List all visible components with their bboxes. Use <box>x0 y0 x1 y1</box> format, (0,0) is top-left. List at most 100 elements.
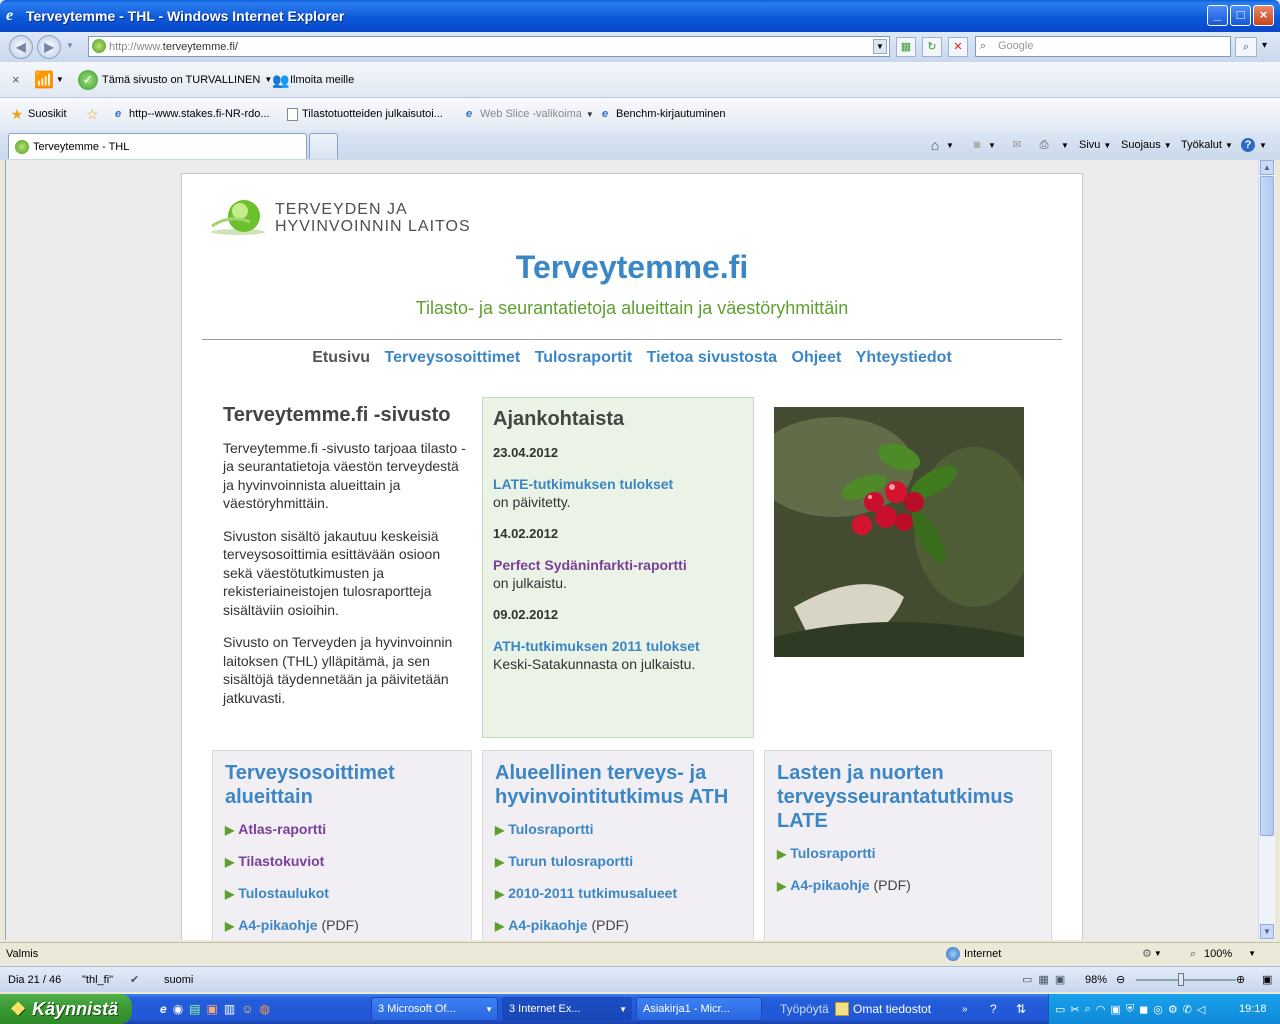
favorites-button[interactable]: ★ Suosikit <box>10 98 67 130</box>
start-button[interactable]: ❖ Käynnistä <box>0 994 132 1024</box>
close-button[interactable]: × <box>1253 5 1274 26</box>
firefox-icon[interactable]: ◍ <box>259 1002 269 1016</box>
my-documents-button[interactable]: Omat tiedostot <box>835 994 931 1024</box>
tools-tray-icon[interactable]: ✂ <box>1070 1003 1079 1016</box>
scroll-up-icon[interactable]: ▲ <box>1260 160 1274 175</box>
box-link-a4-pikaohje[interactable]: ▶ A4-pikaohje (PDF) <box>777 877 1039 895</box>
messenger-icon[interactable]: ☺ <box>241 1002 253 1016</box>
search-button[interactable]: ⌕ <box>1235 37 1257 57</box>
scroll-thumb[interactable] <box>1260 176 1274 836</box>
excel-icon[interactable]: ▤ <box>189 1002 200 1016</box>
task-word[interactable]: Asiakirja1 - Micr... <box>636 997 762 1021</box>
nav-yhteystiedot[interactable]: Yhteystiedot <box>856 349 952 366</box>
maximize-button[interactable]: □ <box>1230 5 1251 26</box>
box-link-a4-pikaohje[interactable]: ▶ A4-pikaohje (PDF) <box>495 917 741 935</box>
address-bar[interactable]: http://www.terveytemme.fi/ ▼ <box>88 36 890 57</box>
stop-icon[interactable]: ✕ <box>948 37 968 57</box>
nav-tietoa-sivustosta[interactable]: Tietoa sivustosta <box>647 349 777 366</box>
new-tab-button[interactable] <box>309 133 338 159</box>
security-tray-icon[interactable]: ⛨ <box>1126 1003 1134 1016</box>
clock[interactable]: 19:18 <box>1239 994 1267 1024</box>
fit-window-icon[interactable]: ▣ <box>1262 967 1272 992</box>
sorter-view-icon[interactable]: ▦ <box>1038 973 1048 986</box>
network-tray-icon[interactable]: ▣ <box>1110 1003 1120 1016</box>
site-subtitle: Tilasto- ja seurantatietoja alueittain j… <box>415 298 849 318</box>
refresh-icon[interactable]: ↻ <box>922 37 942 57</box>
news-link[interactable]: ATH-tutkimuksen 2011 tulokset <box>493 637 743 655</box>
safety-menu[interactable]: Suojaus ▼ <box>1121 130 1172 160</box>
compatibility-icon[interactable]: ▦ <box>896 37 916 57</box>
toolbar-expand-icon[interactable]: » <box>962 994 968 1024</box>
nav-ohjeet[interactable]: Ohjeet <box>792 349 842 366</box>
task-office[interactable]: 3 Microsoft Of... ▼ <box>371 997 498 1021</box>
web-slice-gallery[interactable]: e Web Slice -valikoima ▼ <box>462 98 594 130</box>
display-tray-icon[interactable]: ◼ <box>1139 1003 1148 1016</box>
box-link-tulosraportti[interactable]: ▶ Tulosraportti <box>777 845 1039 863</box>
tab-active[interactable]: Terveytemme - THL <box>8 133 307 159</box>
page-menu[interactable]: Sivu ▼ <box>1079 130 1111 160</box>
volume-tray-icon[interactable]: ◁ <box>1197 1003 1205 1016</box>
home-button[interactable]: ⌂ ▼ <box>928 130 954 160</box>
nav-etusivu[interactable]: Etusivu <box>312 349 370 366</box>
search-tray-icon[interactable]: ⌕ <box>1085 1003 1091 1016</box>
nav-tulosraportit[interactable]: Tulosraportit <box>535 349 632 366</box>
address-dropdown-icon[interactable]: ▼ <box>873 39 887 54</box>
print-button[interactable]: ⎙ ▼ <box>1037 130 1069 160</box>
news-link[interactable]: Perfect Sydäninfarkti-raportti <box>493 556 743 574</box>
update-tray-icon[interactable]: ◎ <box>1153 1003 1163 1016</box>
tools-menu[interactable]: Työkalut ▼ <box>1181 130 1233 160</box>
minimize-button[interactable]: _ <box>1207 5 1228 26</box>
folder-tray-icon[interactable]: ▭ <box>1055 1003 1065 1016</box>
protected-mode-icon[interactable]: ⚙ ▼ <box>1142 943 1162 964</box>
word-icon[interactable]: ▥ <box>224 1002 235 1016</box>
wifi-tray-icon[interactable]: ◠ <box>1096 1003 1106 1016</box>
zone-indicator[interactable]: Internet <box>946 943 1001 964</box>
spellcheck-icon[interactable]: ✔ <box>130 967 139 992</box>
zoom-slider-thumb[interactable] <box>1178 973 1184 986</box>
slideshow-icon[interactable]: ▣ <box>1055 973 1065 986</box>
phone-tray-icon[interactable]: ✆ <box>1183 1003 1192 1016</box>
safe-remove-tray-icon[interactable]: ⚙ <box>1168 1003 1178 1016</box>
outlook-icon[interactable]: ◉ <box>173 1002 183 1016</box>
history-dropdown-icon[interactable]: ▼ <box>66 41 74 50</box>
late-box: Lasten ja nuorten terveysseurantatutkimu… <box>764 750 1052 940</box>
zoom-slider[interactable] <box>1136 973 1236 986</box>
box-link-turun-tulosraportti[interactable]: ▶ Turun tulosraportti <box>495 853 741 871</box>
box-link-tilastokuviot[interactable]: ▶ Tilastokuviot <box>225 853 459 871</box>
desktop-toolbar[interactable]: Työpöytä <box>780 994 829 1024</box>
scroll-down-icon[interactable]: ▼ <box>1260 924 1274 939</box>
wifi-icon[interactable]: 📶 ▼ <box>34 62 64 97</box>
favorite-link-1[interactable]: e http--www.stakes.fi-NR-rdo... <box>111 98 270 130</box>
zoom-out-icon[interactable]: ⊖ <box>1116 967 1125 992</box>
help-button[interactable]: ? ▼ <box>1241 130 1267 160</box>
zoom-in-icon[interactable]: ⊕ <box>1236 967 1245 992</box>
box-link-atlas[interactable]: ▶ Atlas-raportti <box>225 821 459 839</box>
safe-site-button[interactable]: ✓ Tämä sivusto on TURVALLINEN ▼ <box>78 62 272 97</box>
report-button[interactable]: 👥 Ilmoita meille <box>272 62 354 97</box>
mail-button[interactable]: ✉ <box>1010 130 1028 160</box>
task-internet-explorer[interactable]: 3 Internet Ex... ▼ <box>502 997 632 1021</box>
ie-quicklaunch-icon[interactable]: e <box>160 1002 167 1016</box>
zoom-control[interactable]: ⌕ 100% ▼ <box>1186 943 1256 964</box>
favorite-link-4[interactable]: e Benchm-kirjautuminen <box>598 98 726 130</box>
search-input[interactable]: ⌕ Google <box>975 36 1231 57</box>
nav-terveysosoittimet[interactable]: Terveysosoittimet <box>384 349 520 366</box>
favorite-link-2[interactable]: Tilastotuotteiden julkaisutoi... <box>287 98 443 130</box>
add-favorite-icon[interactable]: ☆ <box>86 98 99 130</box>
box-link-tulostaulukot[interactable]: ▶ Tulostaulukot <box>225 885 459 903</box>
news-link[interactable]: LATE-tutkimuksen tulokset <box>493 475 743 493</box>
view-buttons[interactable]: ▭ ▦ ▣ <box>1022 967 1065 992</box>
help-tray-icon[interactable]: ? <box>990 994 997 1024</box>
vertical-scrollbar[interactable]: ▲ ▼ <box>1258 160 1275 940</box>
box-link-a4-pikaohje[interactable]: ▶ A4-pikaohje (PDF) <box>225 917 459 935</box>
toolbar-close-icon[interactable]: × <box>12 62 20 97</box>
normal-view-icon[interactable]: ▭ <box>1022 973 1032 986</box>
box-link-tutkimusalueet[interactable]: ▶ 2010-2011 tutkimusalueet <box>495 885 741 903</box>
back-button[interactable]: ◀ <box>9 35 33 59</box>
search-options-icon[interactable]: ▾ <box>1262 40 1267 51</box>
feeds-button[interactable]: ◙ ▼ <box>970 130 996 160</box>
box-link-tulosraportti[interactable]: ▶ Tulosraportti <box>495 821 741 839</box>
network-icon[interactable]: ⇅ <box>1016 994 1026 1024</box>
powerpoint-icon[interactable]: ▣ <box>207 1002 218 1016</box>
forward-button[interactable]: ▶ <box>37 35 61 59</box>
